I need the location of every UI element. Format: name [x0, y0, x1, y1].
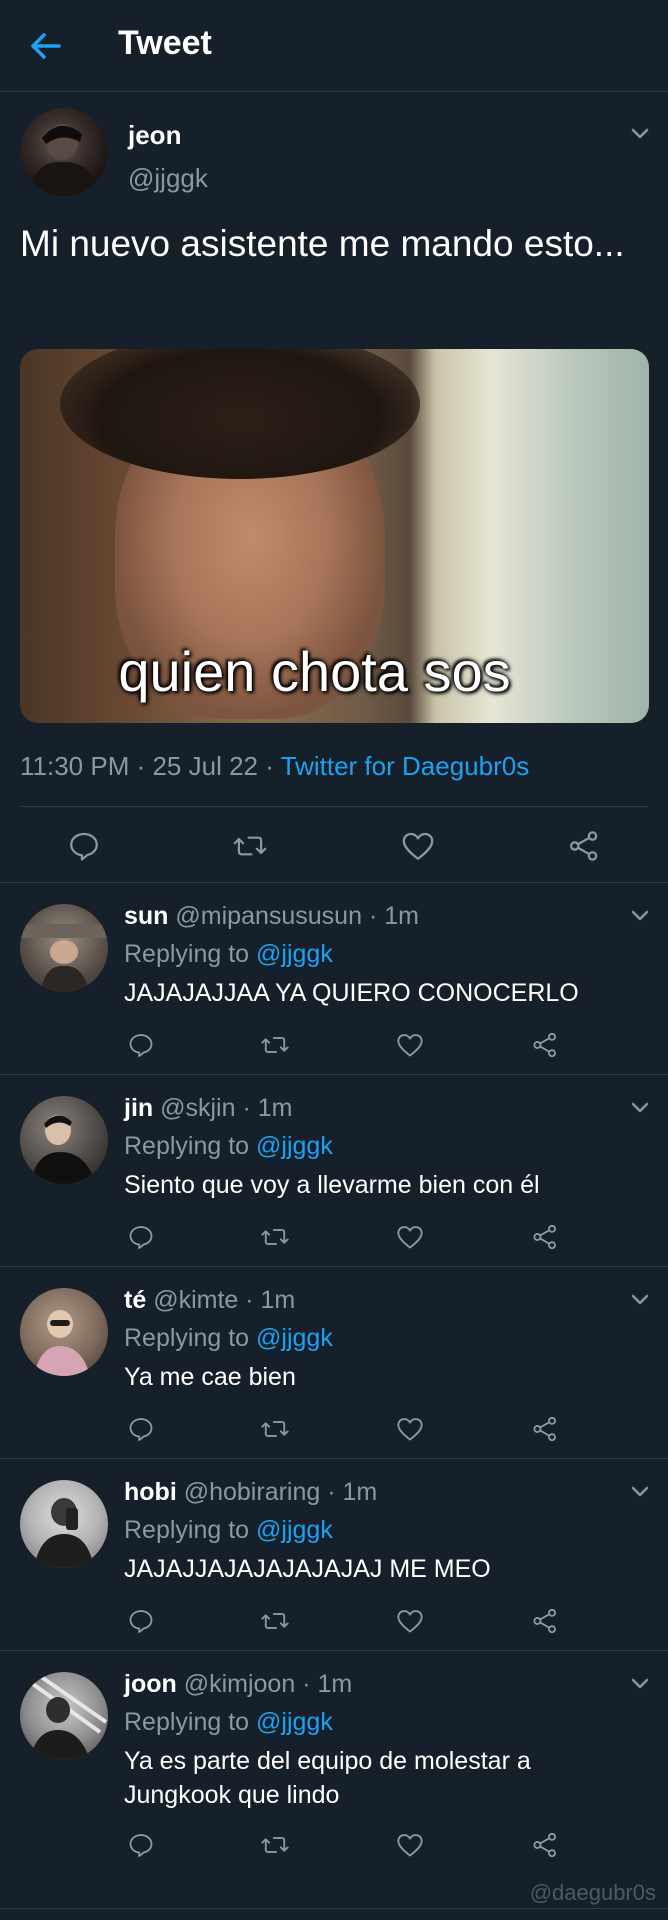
like-icon[interactable] [393, 1220, 427, 1254]
like-icon[interactable] [393, 1604, 427, 1638]
share-icon[interactable] [528, 1220, 562, 1254]
avatar[interactable] [20, 1480, 108, 1568]
tweet-time: 11:30 PM [20, 751, 130, 781]
chevron-down-icon[interactable] [628, 1288, 652, 1312]
reply-author-handle[interactable]: @hobiraring [184, 1478, 321, 1506]
reply-author-handle[interactable]: @skjin [160, 1094, 235, 1122]
retweet-icon[interactable] [258, 1604, 292, 1638]
share-icon[interactable] [528, 1828, 562, 1862]
reply-tweet[interactable]: jin @skjin · 1m Replying to @jjggk Sient… [0, 1074, 668, 1266]
replying-to-label: Replying to [124, 1132, 257, 1160]
reply-text: Ya me cae bien [124, 1363, 296, 1391]
chevron-down-icon[interactable] [628, 1672, 652, 1696]
media-caption: quien chota sos [118, 640, 511, 703]
avatar[interactable] [20, 1096, 108, 1184]
tweet-media-image[interactable]: quien chota sos [20, 349, 649, 723]
replying-to: Replying to @jjggk [124, 940, 333, 969]
tweet-date: 25 Jul 22 [152, 751, 258, 781]
replying-to-link[interactable]: @jjggk [256, 1708, 333, 1736]
retweet-icon[interactable] [258, 1412, 292, 1446]
share-icon[interactable] [562, 824, 606, 868]
back-arrow-icon[interactable] [26, 28, 66, 64]
avatar[interactable] [20, 1672, 108, 1760]
share-icon[interactable] [528, 1604, 562, 1638]
watermark: @daegubr0s [529, 1880, 656, 1905]
reply-time: · 1m [368, 902, 419, 930]
avatar[interactable] [20, 108, 108, 196]
retweet-icon[interactable] [258, 1220, 292, 1254]
replying-to-label: Replying to [124, 1324, 257, 1352]
like-icon[interactable] [396, 824, 440, 868]
meta-separator: · [258, 751, 281, 781]
replying-to: Replying to @jjggk [124, 1708, 333, 1737]
replying-to-link[interactable]: @jjggk [256, 940, 333, 968]
reply-author-name[interactable]: té [124, 1286, 146, 1314]
reply-icon[interactable] [124, 1412, 158, 1446]
retweet-icon[interactable] [228, 824, 272, 868]
page-title: Tweet [118, 24, 212, 62]
author-handle[interactable]: @jjggk [128, 163, 208, 194]
replying-to: Replying to @jjggk [124, 1516, 333, 1545]
retweet-icon[interactable] [258, 1028, 292, 1062]
replying-to-link[interactable]: @jjggk [256, 1132, 333, 1160]
author-name[interactable]: jeon [128, 120, 181, 151]
like-icon[interactable] [393, 1828, 427, 1862]
chevron-down-icon[interactable] [628, 904, 652, 928]
reply-time: · 1m [302, 1670, 353, 1698]
reply-tweet[interactable]: hobi @hobiraring · 1m Replying to @jjggk… [0, 1458, 668, 1650]
reply-time: · 1m [327, 1478, 378, 1506]
reply-icon[interactable] [124, 1828, 158, 1862]
reply-author-name[interactable]: joon [124, 1670, 177, 1698]
reply-text: JAJAJJAJAJAJAJAJAJ ME MEO [124, 1555, 491, 1583]
reply-author-handle[interactable]: @kimte [153, 1286, 238, 1314]
top-bar: Tweet [0, 0, 668, 92]
avatar[interactable] [20, 1288, 108, 1376]
reply-header: sun @mipansususun · 1m [124, 902, 419, 931]
reply-icon[interactable] [124, 1220, 158, 1254]
reply-text: JAJAJAJJAA YA QUIERO CONOCERLO [124, 979, 579, 1007]
reply-author-handle[interactable]: @kimjoon [184, 1670, 296, 1698]
reply-author-name[interactable]: hobi [124, 1478, 177, 1506]
reply-header: jin @skjin · 1m [124, 1094, 292, 1123]
replying-to-label: Replying to [124, 940, 257, 968]
reply-time: · 1m [245, 1286, 296, 1314]
replying-to-link[interactable]: @jjggk [256, 1516, 333, 1544]
reply-icon[interactable] [124, 1028, 158, 1062]
reply-text: Siento que voy a llevarme bien con él [124, 1171, 540, 1199]
share-icon[interactable] [528, 1028, 562, 1062]
like-icon[interactable] [393, 1412, 427, 1446]
reply-header: té @kimte · 1m [124, 1286, 295, 1315]
retweet-icon[interactable] [258, 1828, 292, 1862]
reply-header: hobi @hobiraring · 1m [124, 1478, 377, 1507]
reply-author-name[interactable]: sun [124, 902, 168, 930]
tweet-detail-page: Tweet jeon @jjggk Mi nuevo asistente me … [0, 0, 668, 1920]
replying-to-link[interactable]: @jjggk [256, 1324, 333, 1352]
reply-icon[interactable] [124, 1604, 158, 1638]
reply-text: Ya es parte del equipo de molestar a Jun… [124, 1747, 531, 1809]
reply-icon[interactable] [62, 824, 106, 868]
reply-author-handle[interactable]: @mipansususun [175, 902, 362, 930]
tweet-text: Mi nuevo asistente me mando esto... [20, 223, 625, 264]
chevron-down-icon[interactable] [628, 1480, 652, 1504]
reply-tweet[interactable]: joon @kimjoon · 1m Replying to @jjggk Ya… [0, 1650, 668, 1908]
chevron-down-icon[interactable] [628, 1096, 652, 1120]
replying-to: Replying to @jjggk [124, 1132, 333, 1161]
tweet-source-link[interactable]: Twitter for Daegubr0s [281, 751, 530, 781]
divider [0, 1908, 668, 1909]
tweet-meta: 11:30 PM · 25 Jul 22 · Twitter for Daegu… [20, 751, 529, 782]
reply-tweet[interactable]: sun @mipansususun · 1m Replying to @jjgg… [0, 882, 668, 1074]
chevron-down-icon[interactable] [628, 122, 652, 146]
reply-time: · 1m [242, 1094, 293, 1122]
reply-tweet[interactable]: té @kimte · 1m Replying to @jjggk Ya me … [0, 1266, 668, 1458]
replying-to: Replying to @jjggk [124, 1324, 333, 1353]
divider [20, 806, 648, 807]
like-icon[interactable] [393, 1028, 427, 1062]
share-icon[interactable] [528, 1412, 562, 1446]
reply-header: joon @kimjoon · 1m [124, 1670, 352, 1699]
avatar[interactable] [20, 904, 108, 992]
reply-author-name[interactable]: jin [124, 1094, 153, 1122]
replying-to-label: Replying to [124, 1516, 257, 1544]
meta-separator: · [129, 751, 153, 781]
replying-to-label: Replying to [124, 1708, 257, 1736]
